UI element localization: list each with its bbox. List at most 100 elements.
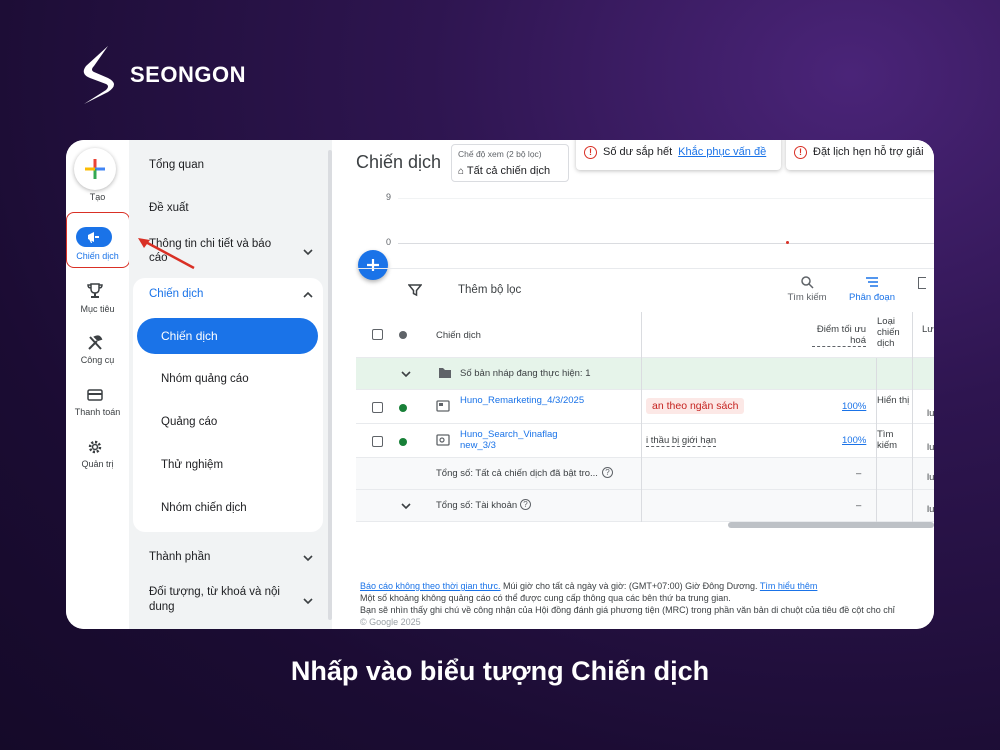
brand: SEONGON (78, 44, 246, 106)
trophy-icon[interactable] (86, 282, 104, 300)
search-tool-button[interactable]: Tìm kiếm (784, 275, 830, 303)
table-toolbar: Thêm bộ lọc Tìm kiếm Phân đoạn (356, 268, 934, 312)
segment-tool-label: Phân đoạn (849, 292, 895, 303)
header-optimization[interactable]: Điểm tối ưu hoá (812, 324, 866, 347)
column-divider (876, 358, 877, 522)
header-campaign[interactable]: Chiến dịch (436, 330, 481, 341)
footer-line-3: Bạn sẽ nhìn thấy ghi chú về công nhận củ… (360, 605, 895, 615)
total-enabled-row: Tổng số: Tất cả chiến dịch đã bật tro...… (356, 458, 934, 490)
error-icon: ! (584, 146, 597, 159)
nav-sub-ad-groups[interactable]: Nhóm quảng cáo (161, 373, 249, 385)
status-enabled-dot (399, 404, 407, 412)
nav-sub-campaign-groups[interactable]: Nhóm chiến dịch (161, 502, 247, 514)
timezone-text: Múi giờ cho tất cả ngày và giờ: (GMT+07:… (503, 581, 758, 591)
optimization-score[interactable]: 100% (842, 401, 866, 412)
total-next-value: lu (927, 504, 934, 515)
nav-panel: Tổng quan Đề xuất Thông tin chi tiết và … (129, 140, 332, 629)
horizontal-scrollbar[interactable] (728, 522, 934, 528)
table-row-drafts: Số bản nháp đang thực hiện: 1 (356, 358, 934, 390)
display-campaign-icon (436, 400, 450, 412)
fix-issue-link[interactable]: Khắc phục vấn đề (678, 146, 766, 158)
nav-audiences[interactable]: Đối tượng, từ khoá và nội dung (149, 585, 289, 615)
alert-low-balance-label: Số dư sắp hết (603, 146, 673, 158)
not-realtime-link[interactable]: Báo cáo không theo thời gian thực. (360, 581, 501, 591)
nav-scrollbar[interactable] (328, 150, 332, 620)
help-icon[interactable]: ? (602, 467, 613, 478)
error-icon: ! (794, 146, 807, 159)
gear-icon[interactable] (86, 438, 104, 456)
alert-support: ! Đặt lịch hẹn hỗ trợ giải (786, 140, 934, 170)
header-campaign-type[interactable]: Loại chiến dịch (877, 316, 913, 349)
nav-group-campaigns (133, 278, 323, 532)
status-enabled-dot (399, 438, 407, 446)
help-icon[interactable]: ? (520, 499, 531, 510)
home-icon: ⌂ (458, 166, 465, 177)
select-all-checkbox[interactable] (372, 329, 383, 340)
optimization-score[interactable]: 100% (842, 435, 866, 446)
screenshot-card: Tạo Chiến dịch Mục tiêu Công cụ Thanh to… (66, 140, 934, 629)
view-mode-selector[interactable]: Chế độ xem (2 bộ lọc) ⌂ Tất cả chiến dịc… (451, 144, 569, 182)
nav-components[interactable]: Thành phần (149, 551, 210, 563)
view-mode-value: ⌂ Tất cả chiến dịch (458, 165, 550, 177)
chart-gridline (398, 198, 934, 199)
row-next-value: lu (927, 408, 934, 419)
total-dash: – (856, 468, 862, 479)
alert-support-text[interactable]: Đặt lịch hẹn hỗ trợ giải (813, 146, 924, 158)
rail-label-tools: Công cụ (80, 355, 115, 365)
chevron-down-icon[interactable] (400, 500, 412, 512)
create-label: Tạo (89, 192, 106, 202)
row-checkbox[interactable] (372, 402, 383, 413)
filter-icon[interactable] (408, 283, 422, 297)
search-icon (801, 276, 814, 289)
nav-recommendations[interactable]: Đề xuất (149, 202, 189, 214)
row-checkbox[interactable] (372, 436, 383, 447)
nav-overview[interactable]: Tổng quan (149, 159, 204, 171)
total-next-value: lu (927, 472, 934, 483)
columns-icon[interactable] (918, 277, 926, 289)
chart-point (786, 241, 789, 244)
drafts-label[interactable]: Số bản nháp đang thực hiện: 1 (460, 368, 591, 379)
megaphone-icon (88, 232, 99, 243)
chevron-up-icon[interactable] (302, 289, 314, 301)
nav-sub-experiments[interactable]: Thử nghiệm (161, 459, 223, 471)
rail-label-billing: Thanh toán (74, 407, 121, 417)
left-rail: Tạo Chiến dịch Mục tiêu Công cụ Thanh to… (66, 140, 130, 629)
bid-limited-note[interactable]: i thầu bị giới hạn (646, 435, 717, 447)
table-row: Huno_Search_Vinaflag new_3/3 i thầu bị g… (356, 424, 934, 458)
rail-label-admin: Quản trị (81, 459, 114, 469)
campaign-type: Tìm kiếm (877, 429, 898, 451)
credit-card-icon[interactable] (86, 386, 104, 404)
status-header-dot (399, 331, 407, 339)
nav-sub-ads[interactable]: Quảng cáo (161, 416, 217, 428)
table-header-row: Chiến dịch Điểm tối ưu hoá Loại chiến dị… (356, 312, 934, 358)
budget-limited-badge[interactable]: an theo ngân sách (646, 398, 745, 414)
chevron-down-icon[interactable] (302, 246, 314, 258)
chevron-down-icon[interactable] (302, 552, 314, 564)
rail-item-campaigns[interactable] (76, 227, 112, 247)
chart-y-tick-zero: 0 (386, 237, 392, 247)
tools-icon[interactable] (86, 334, 104, 352)
chart-y-tick-top: 9 (386, 192, 392, 202)
add-filter-label[interactable]: Thêm bộ lọc (458, 284, 521, 296)
campaign-name-link[interactable]: Huno_Search_Vinaflag new_3/3 (460, 429, 578, 451)
campaign-name-link[interactable]: Huno_Remarketing_4/3/2025 (460, 395, 584, 406)
folder-icon (439, 368, 451, 378)
main-content: Chiến dịch Chế độ xem (2 bộ lọc) ⌂ Tất c… (336, 140, 934, 629)
brand-name: SEONGON (130, 62, 246, 87)
nav-sub-campaigns-selected[interactable]: Chiến dịch (137, 318, 318, 354)
red-arrow-annotation (138, 238, 195, 270)
segment-tool-button[interactable]: Phân đoạn (846, 275, 898, 303)
create-button[interactable] (74, 148, 116, 190)
header-next[interactable]: Lượ (922, 324, 934, 335)
footer-line-1: Báo cáo không theo thời gian thực. Múi g… (360, 580, 895, 592)
chevron-down-icon[interactable] (400, 368, 412, 380)
total-enabled-label: Tổng số: Tất cả chiến dịch đã bật tro... (436, 468, 598, 479)
rail-label-campaigns: Chiến dịch (76, 251, 119, 261)
chevron-down-icon[interactable] (302, 595, 314, 607)
learn-more-link[interactable]: Tìm hiểu thêm (760, 581, 818, 591)
search-campaign-icon (436, 434, 450, 446)
column-divider (912, 312, 913, 522)
nav-group-title[interactable]: Chiến dịch (149, 288, 203, 300)
total-dash: – (856, 500, 862, 511)
page-footer: Báo cáo không theo thời gian thực. Múi g… (360, 580, 895, 628)
